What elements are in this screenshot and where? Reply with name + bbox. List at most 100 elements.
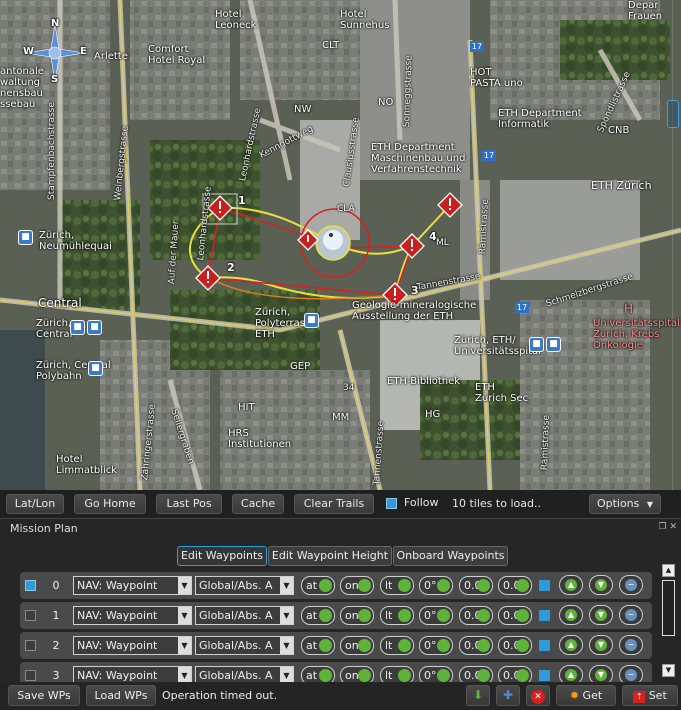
cache-button[interactable]: Cache <box>232 494 284 514</box>
param-spinbox[interactable]: 0° <box>419 606 453 625</box>
waypoint-scrollbar[interactable]: ▲ ▼ <box>660 564 676 681</box>
command-select[interactable]: NAV: Waypoint ▼ <box>73 636 192 655</box>
frame-select[interactable]: Global/Abs. A ▼ <box>195 636 294 655</box>
move-up-button[interactable]: ▲ <box>559 575 583 595</box>
row-select-checkbox[interactable] <box>25 580 36 591</box>
clear-trails-button[interactable]: Clear Trails <box>294 494 374 514</box>
clear-icon[interactable]: ✕ <box>526 685 550 706</box>
frame-select[interactable]: Global/Abs. A ▼ <box>195 606 294 625</box>
follow-checkbox[interactable] <box>386 498 397 509</box>
move-up-button[interactable]: ▲ <box>559 635 583 655</box>
add-waypoint-icon[interactable]: ✚ <box>496 685 520 706</box>
spin-arrows-icon[interactable] <box>319 579 332 592</box>
spin-arrows-icon[interactable] <box>319 639 332 652</box>
param-spinbox[interactable]: lt <box>380 606 414 625</box>
param-spinbox[interactable]: on <box>340 576 374 595</box>
tram-stop-icon[interactable]: ■ <box>546 337 561 352</box>
spin-arrows-icon[interactable] <box>437 639 450 652</box>
frame-select[interactable]: Global/Abs. A ▼ <box>195 576 294 595</box>
spin-arrows-icon[interactable] <box>477 669 490 682</box>
spin-arrows-icon[interactable] <box>516 609 529 622</box>
move-down-button[interactable]: ▼ <box>589 665 613 682</box>
move-down-button[interactable]: ▼ <box>589 635 613 655</box>
param-spinbox[interactable]: 0° <box>419 666 453 682</box>
param-spinbox[interactable]: at <box>301 576 335 595</box>
spin-arrows-icon[interactable] <box>516 669 529 682</box>
spin-arrows-icon[interactable] <box>516 579 529 592</box>
param-spinbox[interactable]: lt <box>380 576 414 595</box>
param-spinbox[interactable]: at <box>301 606 335 625</box>
spin-arrows-icon[interactable] <box>319 609 332 622</box>
bus-stop-icon[interactable]: ■ <box>529 337 544 352</box>
bus-stop-icon[interactable]: ■ <box>70 320 85 335</box>
tab-edit-waypoint-height[interactable]: Edit Waypoint Height <box>268 546 392 566</box>
remove-waypoint-button[interactable]: − <box>619 575 643 595</box>
spin-arrows-icon[interactable] <box>437 579 450 592</box>
scroll-thumb[interactable] <box>662 580 675 636</box>
row-autocontinue-checkbox[interactable] <box>539 640 550 651</box>
param-spinbox[interactable]: on <box>340 636 374 655</box>
funicular-stop-icon[interactable]: ■ <box>304 313 319 328</box>
set-button[interactable]: ⇡ Set <box>622 685 678 706</box>
param-spinbox[interactable]: at <box>301 636 335 655</box>
waypoint-label-2[interactable]: 2 <box>227 262 235 273</box>
param-spinbox[interactable]: 0.0 <box>498 576 532 595</box>
spin-arrows-icon[interactable] <box>398 639 411 652</box>
param-spinbox[interactable]: on <box>340 666 374 682</box>
spin-arrows-icon[interactable] <box>437 669 450 682</box>
command-select[interactable]: NAV: Waypoint ▼ <box>73 576 192 595</box>
move-down-button[interactable]: ▼ <box>589 605 613 625</box>
waypoint-row[interactable]: 1 NAV: Waypoint ▼ Global/Abs. A ▼ at on lt 0° 0.0… <box>20 602 652 629</box>
param-spinbox[interactable]: 0.0 <box>459 666 493 682</box>
spin-arrows-icon[interactable] <box>358 579 371 592</box>
waypoint-row[interactable]: 3 NAV: Waypoint ▼ Global/Abs. A ▼ at on lt 0° 0.0… <box>20 662 652 682</box>
command-select[interactable]: NAV: Waypoint ▼ <box>73 666 192 682</box>
waypoint-row[interactable]: 0 NAV: Waypoint ▼ Global/Abs. A ▼ at on lt 0° 0.0… <box>20 572 652 599</box>
param-spinbox[interactable]: 0.0 <box>498 666 532 682</box>
row-autocontinue-checkbox[interactable] <box>539 670 550 681</box>
row-select-checkbox[interactable] <box>25 670 36 681</box>
move-down-button[interactable]: ▼ <box>589 575 613 595</box>
tab-edit-waypoints[interactable]: Edit Waypoints <box>177 546 267 566</box>
param-spinbox[interactable]: 0° <box>419 576 453 595</box>
param-spinbox[interactable]: 0° <box>419 636 453 655</box>
options-dropdown[interactable]: Options ▼ <box>589 494 661 514</box>
row-autocontinue-checkbox[interactable] <box>539 610 550 621</box>
row-autocontinue-checkbox[interactable] <box>539 580 550 591</box>
remove-waypoint-button[interactable]: − <box>619 665 643 682</box>
funicular-stop-icon[interactable]: ■ <box>88 361 103 376</box>
spin-arrows-icon[interactable] <box>358 639 371 652</box>
load-wps-button[interactable]: Load WPs <box>86 685 156 706</box>
spin-arrows-icon[interactable] <box>398 609 411 622</box>
row-select-checkbox[interactable] <box>25 610 36 621</box>
frame-select[interactable]: Global/Abs. A ▼ <box>195 666 294 682</box>
spin-arrows-icon[interactable] <box>358 609 371 622</box>
waypoint-row[interactable]: 2 NAV: Waypoint ▼ Global/Abs. A ▼ at on lt 0° 0.0… <box>20 632 652 659</box>
go-home-button[interactable]: Go Home <box>74 494 146 514</box>
waypoint-label-1[interactable]: 1 <box>238 195 246 206</box>
latlon-button[interactable]: Lat/Lon <box>6 494 64 514</box>
spin-arrows-icon[interactable] <box>358 669 371 682</box>
download-icon[interactable]: ⬇ <box>466 685 490 706</box>
get-button[interactable]: ✹ Get <box>556 685 616 706</box>
param-spinbox[interactable]: lt <box>380 636 414 655</box>
param-spinbox[interactable]: on <box>340 606 374 625</box>
zoom-slider-handle[interactable] <box>667 100 679 128</box>
float-icon[interactable]: ❐ <box>659 522 667 532</box>
spin-arrows-icon[interactable] <box>319 669 332 682</box>
param-spinbox[interactable]: 0.0 <box>459 606 493 625</box>
param-spinbox[interactable]: 0.0 <box>459 576 493 595</box>
close-icon[interactable]: ✕ <box>669 522 677 532</box>
spin-arrows-icon[interactable] <box>477 579 490 592</box>
command-select[interactable]: NAV: Waypoint ▼ <box>73 606 192 625</box>
spin-arrows-icon[interactable] <box>398 669 411 682</box>
map-view[interactable]: N S W E Hotel Leoneck Hotel Sunnehus CLT H… <box>0 0 681 490</box>
remove-waypoint-button[interactable]: − <box>619 605 643 625</box>
panel-window-controls[interactable]: ❐ ✕ <box>659 522 678 532</box>
move-up-button[interactable]: ▲ <box>559 605 583 625</box>
param-spinbox[interactable]: 0.0 <box>498 636 532 655</box>
tram-stop-icon[interactable]: ■ <box>18 230 33 245</box>
tram-stop-icon[interactable]: ■ <box>87 320 102 335</box>
last-pos-button[interactable]: Last Pos <box>156 494 222 514</box>
remove-waypoint-button[interactable]: − <box>619 635 643 655</box>
